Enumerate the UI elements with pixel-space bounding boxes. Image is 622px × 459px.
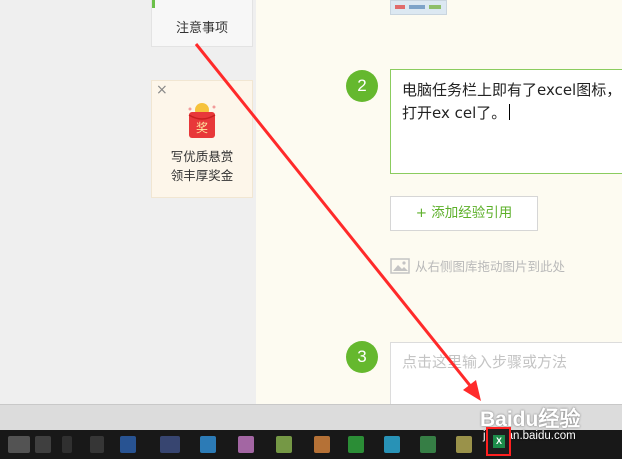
taskbar-app-icon[interactable] — [348, 436, 364, 453]
nav-card[interactable]: 注意事项 — [151, 0, 253, 47]
active-indicator — [152, 0, 155, 8]
taskbar-app-icon[interactable] — [200, 436, 216, 453]
step-3-textbox[interactable]: 点击这里输入步骤或方法 — [390, 342, 622, 412]
image-icon — [390, 258, 410, 274]
taskbar-app-icon[interactable] — [384, 436, 400, 453]
step-number-2: 2 — [346, 70, 378, 102]
reward-line2: 领丰厚奖金 — [170, 168, 234, 183]
taskbar-app-icon[interactable] — [420, 436, 436, 453]
excel-icon: X — [493, 435, 505, 448]
step-2-textbox[interactable]: 电脑任务栏上即有了excel图标，打开ex cel了。 — [390, 69, 622, 174]
taskbar-app-icon[interactable] — [90, 436, 104, 453]
taskbar-app-icon[interactable] — [314, 436, 330, 453]
taskbar-app-icon[interactable] — [160, 436, 180, 453]
drag-image-hint: 从右侧图库拖动图片到此处 — [390, 258, 565, 276]
taskbar-app-icon[interactable] — [238, 436, 254, 453]
left-sidebar — [0, 0, 256, 404]
nav-item-notes[interactable]: 注意事项 — [152, 17, 252, 36]
add-quote-button[interactable]: + 添加经验引用 — [390, 196, 538, 231]
text-caret — [509, 104, 511, 120]
taskbar-app-icon[interactable] — [456, 436, 472, 453]
taskbar-app-icon[interactable] — [35, 436, 51, 453]
reward-banner[interactable]: × 奖 写优质悬赏 领丰厚奖金 — [151, 80, 253, 198]
taskbar-app-icon[interactable] — [8, 436, 30, 453]
taskbar-app-icon[interactable] — [120, 436, 136, 453]
close-icon[interactable]: × — [156, 82, 168, 98]
excel-taskbar-button[interactable]: X — [486, 427, 511, 456]
taskbar-app-icon[interactable] — [276, 436, 292, 453]
step-2-text: 电脑任务栏上即有了excel图标，打开ex cel了。 — [402, 81, 622, 122]
image-thumbnail[interactable] — [390, 0, 447, 15]
step-number-3: 3 — [346, 341, 378, 373]
red-envelope-icon: 奖 — [188, 103, 216, 138]
reward-line1: 写优质悬赏 — [170, 149, 234, 164]
step-3-placeholder: 点击这里输入步骤或方法 — [402, 353, 568, 371]
envelope-char: 奖 — [196, 121, 208, 135]
drag-hint-text: 从右侧图库拖动图片到此处 — [415, 259, 566, 274]
taskbar-app-icon[interactable] — [62, 436, 72, 453]
